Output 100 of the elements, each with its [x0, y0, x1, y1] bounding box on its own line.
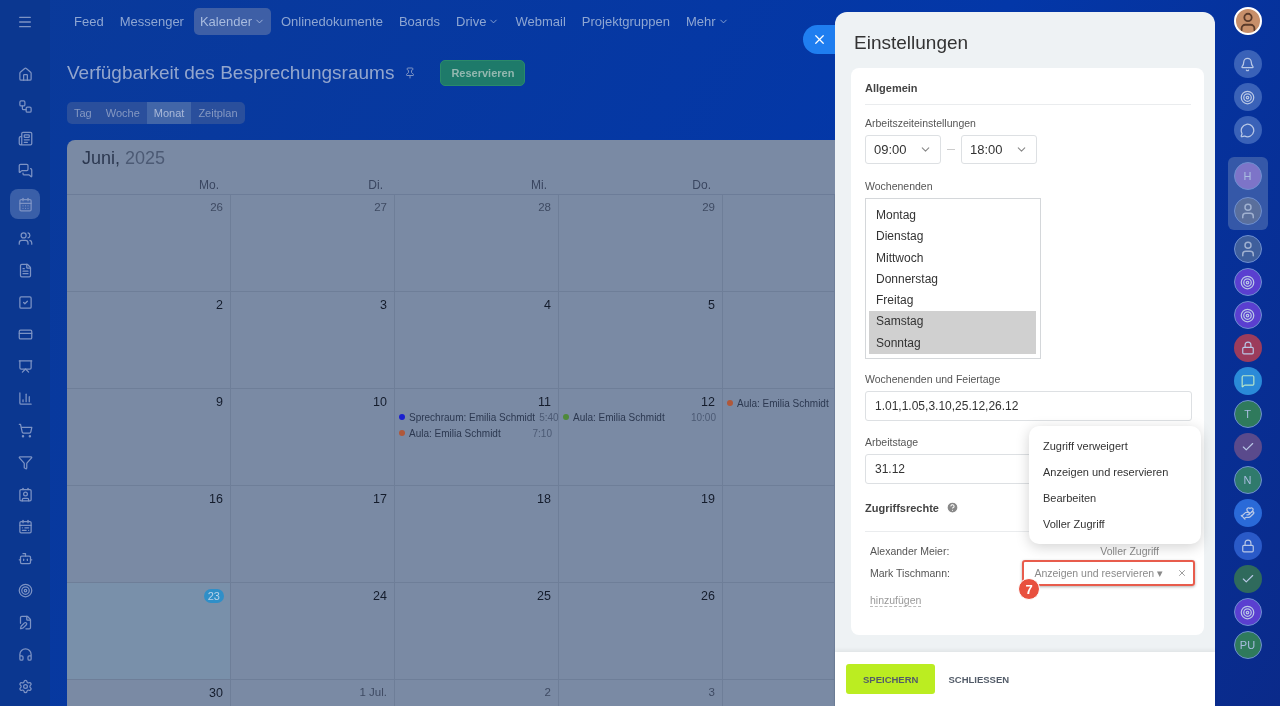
nav-item[interactable]: Projektgruppen	[575, 7, 676, 35]
weekday-option[interactable]: Mittwoch	[869, 247, 1036, 269]
access-level[interactable]: Voller Zugriff	[1100, 545, 1159, 558]
day-number[interactable]: 2	[216, 298, 224, 312]
nav-item[interactable]: Kalender	[193, 7, 271, 35]
bell-icon[interactable]	[1233, 50, 1262, 78]
weekday-option[interactable]: Donnerstag	[869, 268, 1036, 291]
avatar-icon[interactable]	[1233, 235, 1262, 263]
view-tab[interactable]: Tag	[67, 102, 99, 124]
day-cell[interactable]: 2	[67, 292, 231, 389]
lock-icon[interactable]	[1233, 532, 1262, 560]
user-avatar[interactable]	[1233, 7, 1262, 35]
pin-icon[interactable]	[404, 67, 417, 79]
event-title[interactable]: Aula: Emilia Schmidt	[737, 397, 829, 409]
day-number[interactable]: 3	[708, 686, 716, 698]
checkbox-icon[interactable]	[1233, 565, 1262, 593]
day-number[interactable]: 17	[373, 492, 388, 506]
view-tab[interactable]: Woche	[98, 102, 147, 124]
target-icon[interactable]	[1233, 83, 1262, 111]
nav-item[interactable]: Webmail	[509, 7, 572, 35]
day-cell[interactable]: 28	[395, 195, 559, 292]
day-cell[interactable]: 3	[559, 680, 723, 706]
weekday-option[interactable]: Samstag	[869, 311, 1036, 333]
day-cell[interactable]: 24	[231, 583, 395, 680]
day-number[interactable]: 26	[210, 201, 224, 213]
day-cell[interactable]: 1 Jul.	[231, 680, 395, 706]
day-cell[interactable]: 10	[231, 389, 395, 486]
day-number[interactable]: 4	[544, 298, 552, 312]
day-cell[interactable]: 30	[67, 680, 231, 706]
day-number[interactable]: 30	[209, 686, 224, 700]
save-button[interactable]: SPEICHERN	[846, 664, 936, 694]
target-icon[interactable]	[1233, 268, 1262, 296]
view-tab[interactable]: Zeitplan	[191, 102, 245, 124]
day-cell[interactable]: 29	[559, 195, 723, 292]
day-number[interactable]: 28	[538, 201, 552, 213]
day-cell[interactable]: 3	[231, 292, 395, 389]
day-number[interactable]: 26	[701, 589, 716, 603]
event-title[interactable]: Aula: Emilia Schmidt	[573, 411, 665, 423]
hands-icon[interactable]	[1233, 499, 1262, 527]
holidays-field[interactable]: 1.01,1.05,3.10,25.12,26.12	[865, 391, 1192, 422]
nav-item[interactable]: Drive	[450, 7, 506, 35]
day-number[interactable]: 12	[701, 395, 716, 409]
nav-item[interactable]: Feed	[68, 7, 110, 35]
day-cell[interactable]: 17	[231, 486, 395, 583]
day-number[interactable]: 19	[701, 492, 716, 506]
time-select[interactable]: 09:00	[865, 135, 941, 164]
weekday-list[interactable]: Montag Dienstag Mittwoch Donnerstag Freitag Samstag Sonntag	[865, 198, 1041, 360]
calendar-icon[interactable]	[10, 189, 40, 219]
target-icon[interactable]	[1233, 301, 1262, 329]
day-number[interactable]: 29	[702, 201, 716, 213]
help-icon[interactable]	[945, 501, 959, 515]
day-cell[interactable]: 26	[559, 583, 723, 680]
event-title[interactable]: Sprechraum: Emilia Schmidt	[409, 411, 536, 423]
day-number[interactable]: 27	[374, 201, 388, 213]
day-cell[interactable]: 2	[395, 680, 559, 706]
remove-icon[interactable]	[1177, 568, 1187, 579]
weekday-option[interactable]: Dienstag	[869, 226, 1036, 248]
weekday-option[interactable]: Freitag	[869, 290, 1036, 312]
view-tab[interactable]: Monat	[146, 102, 192, 124]
message-icon[interactable]	[1233, 367, 1262, 395]
avatar-initials[interactable]: T	[1233, 400, 1262, 428]
day-number[interactable]: 11	[538, 395, 552, 409]
nav-item[interactable]: Mehr	[679, 7, 735, 35]
day-number[interactable]: 16	[209, 492, 224, 506]
day-cell[interactable]: 4	[395, 292, 559, 389]
day-number[interactable]: 10	[373, 395, 388, 409]
day-number[interactable]: 9	[216, 395, 224, 409]
weekday-option[interactable]: Montag	[869, 205, 1036, 227]
day-number[interactable]: 18	[537, 492, 552, 506]
day-number[interactable]: 2	[544, 686, 552, 698]
nav-item[interactable]: Onlinedokumente	[275, 7, 389, 35]
weekday-option[interactable]: Sonntag	[869, 332, 1036, 355]
day-number[interactable]: 3	[380, 298, 388, 312]
target-icon[interactable]	[1233, 598, 1262, 626]
avatar-icon[interactable]	[1233, 197, 1262, 225]
nav-item[interactable]: Messenger	[113, 7, 190, 35]
avatar-initials[interactable]: N	[1233, 466, 1262, 494]
time-value: 18:00	[970, 142, 1003, 157]
day-cell[interactable]: 26	[67, 195, 231, 292]
menu-item[interactable]: Bearbeiten	[1029, 485, 1201, 511]
day-cell[interactable]: 5	[559, 292, 723, 389]
checkbox-icon[interactable]	[1233, 433, 1262, 461]
day-cell[interactable]: 19	[559, 486, 723, 583]
event-title[interactable]: Aula: Emilia Schmidt	[409, 427, 501, 439]
day-cell[interactable]: 25	[395, 583, 559, 680]
day-cell[interactable]: 18	[395, 486, 559, 583]
day-cell[interactable]: 27	[231, 195, 395, 292]
menu-item[interactable]: Voller Zugriff	[1029, 511, 1201, 537]
chat-icon[interactable]	[1233, 116, 1262, 144]
time-select[interactable]: 18:00	[961, 135, 1037, 164]
day-number[interactable]: 5	[708, 298, 716, 312]
avatar-initials[interactable]: PU	[1233, 631, 1262, 659]
day-number[interactable]: 24	[373, 589, 388, 603]
day-cell[interactable]: 9	[67, 389, 231, 486]
day-number[interactable]: 1 Jul.	[359, 686, 388, 698]
close-button[interactable]: SCHLIESSEN	[948, 664, 1010, 694]
nav-item[interactable]: Boards	[392, 7, 447, 35]
day-number[interactable]: 25	[537, 589, 552, 603]
add-link[interactable]: hinzufügen	[870, 594, 922, 608]
lock-icon[interactable]	[1233, 334, 1262, 362]
